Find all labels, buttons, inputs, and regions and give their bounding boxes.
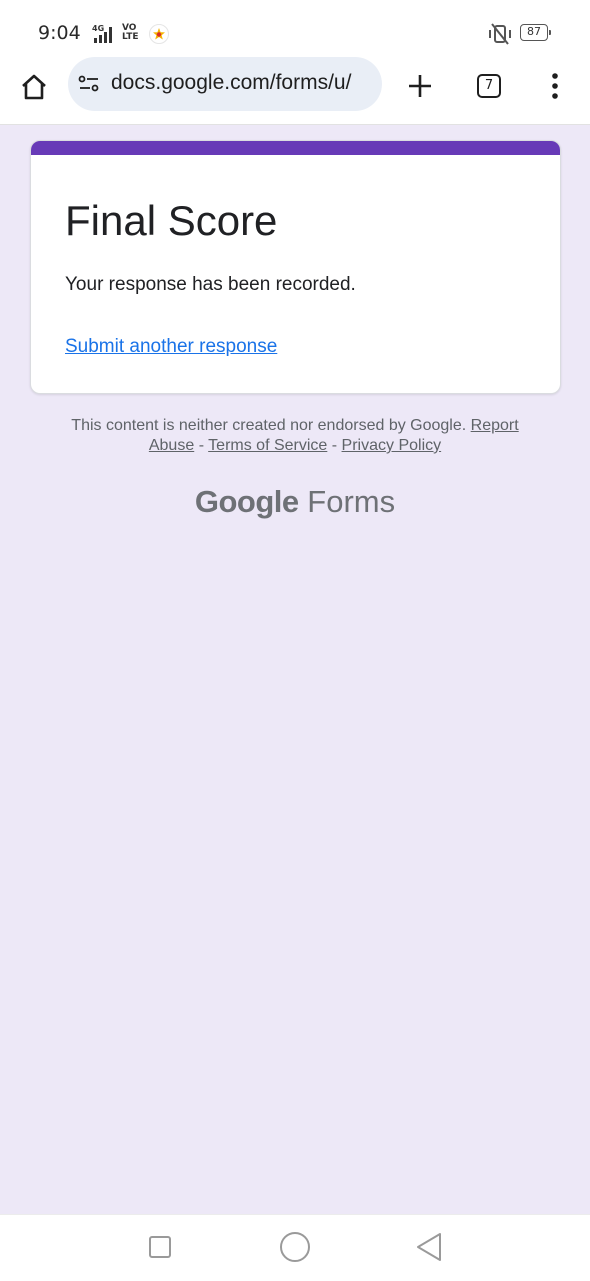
footer-separator: -: [198, 437, 205, 454]
volte-icon: VO LTE: [122, 24, 139, 42]
browser-toolbar: docs.google.com/forms/u/ 7: [0, 57, 590, 125]
site-settings-icon[interactable]: [78, 74, 100, 94]
home-icon: [22, 74, 46, 100]
card-accent-bar: [31, 141, 560, 155]
status-bar: 9:04 4G VO LTE 87: [0, 0, 590, 62]
more-options-icon[interactable]: [545, 70, 565, 102]
status-time: 9:04: [38, 22, 81, 44]
app-notification-icon: [149, 24, 169, 44]
brand-forms-text: Forms: [307, 484, 396, 519]
url-text[interactable]: docs.google.com/forms/u/: [111, 71, 373, 95]
footer-disclaimer: This content is neither created nor endo…: [50, 416, 540, 456]
home-button[interactable]: [18, 71, 50, 103]
battery-icon: 87: [520, 24, 551, 41]
recents-button[interactable]: [149, 1236, 171, 1258]
volte-bottom-label: LTE: [122, 32, 139, 42]
footer-separator: -: [331, 437, 338, 454]
disclaimer-text: This content is neither created nor endo…: [71, 417, 467, 434]
tab-switcher-button[interactable]: 7: [477, 74, 501, 98]
home-nav-button[interactable]: [280, 1232, 310, 1262]
address-bar[interactable]: docs.google.com/forms/u/: [68, 57, 382, 111]
google-forms-logo[interactable]: Google Forms: [0, 484, 590, 520]
privacy-policy-link[interactable]: Privacy Policy: [342, 437, 442, 454]
submit-another-response-link[interactable]: Submit another response: [65, 336, 277, 358]
form-title: Final Score: [65, 197, 278, 244]
terms-of-service-link[interactable]: Terms of Service: [208, 437, 327, 454]
confirmation-message: Your response has been recorded.: [65, 274, 356, 295]
vibrate-off-icon: [489, 23, 511, 45]
network-type-label: 4G: [92, 24, 104, 33]
system-navigation-bar: [0, 1214, 590, 1281]
brand-google-text: Google: [194, 484, 299, 519]
new-tab-plus-icon[interactable]: [404, 70, 436, 102]
back-icon[interactable]: [414, 1231, 444, 1263]
confirmation-card: Final Score Your response has been recor…: [30, 140, 561, 394]
cellular-signal-icon: 4G: [92, 24, 112, 43]
